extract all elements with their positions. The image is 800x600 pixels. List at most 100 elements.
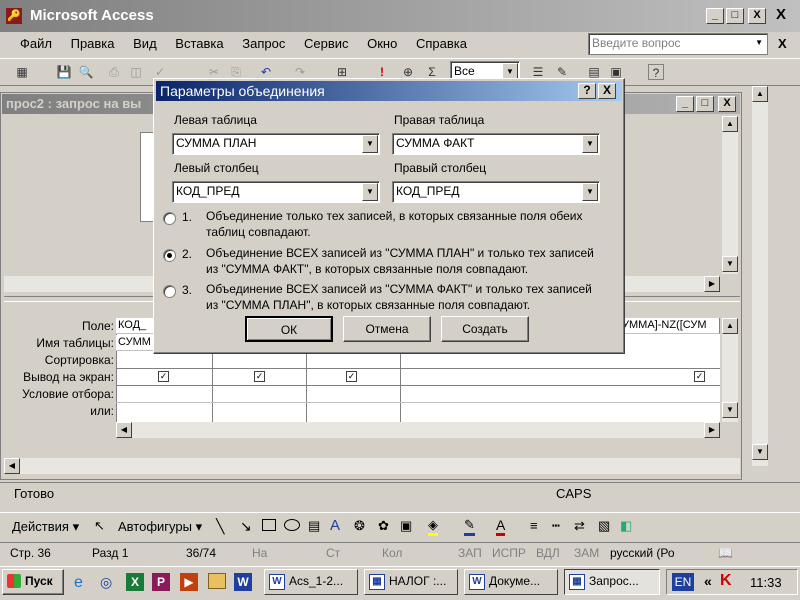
query-maximize-button[interactable]: □ [696,96,714,112]
antivirus-icon[interactable]: K [720,572,732,590]
show-checkbox-1[interactable]: ✓ [158,371,169,382]
app-vscroll[interactable] [752,86,768,466]
grid-labels: Поле: Имя таблицы: Сортировка: Вывод на … [4,318,114,418]
folder-icon[interactable] [208,573,226,589]
app-maximize-button[interactable]: □ [726,8,744,24]
task-acs[interactable]: W Acs_1-2... [264,569,358,595]
menu-query[interactable]: Запрос [242,32,285,56]
status-ovr[interactable]: ЗАМ [574,545,599,561]
task-query[interactable]: ▦ Запрос... [564,569,660,595]
menu-edit[interactable]: Правка [71,32,115,56]
shadow-icon[interactable]: ▧ [598,518,610,534]
help-icon[interactable]: ? [648,64,664,80]
upper-vscroll[interactable] [722,116,738,274]
save-icon[interactable]: 💾 [56,64,72,80]
tray-lang[interactable]: EN [672,573,694,591]
spelling-status-icon[interactable]: 📖 [718,545,733,561]
access-quick-icon[interactable]: P [152,573,170,591]
diagram-icon[interactable]: ❂ [354,518,365,534]
upper-scroll-down[interactable]: ▼ [722,256,738,272]
print-icon[interactable]: ⎙ [106,64,122,80]
clipart-icon[interactable]: ✿ [378,518,389,534]
excel-icon[interactable]: X [126,573,144,591]
preview-icon[interactable]: ◫ [128,64,144,80]
grid-scroll-left[interactable]: ◀ [116,422,132,438]
right-col-combo[interactable]: КОД_ПРЕД ▼ [392,181,600,203]
show-checkbox-3[interactable]: ✓ [346,371,357,382]
task-document[interactable]: W Докуме... [464,569,558,595]
menu-view[interactable]: Вид [133,32,157,56]
menu-file[interactable]: Файл [20,32,52,56]
textbox-icon[interactable]: ▤ [308,518,320,534]
line-style-icon[interactable]: ≡ [530,518,538,533]
fill-color-icon[interactable]: ◈ [428,517,438,536]
grid-hscroll[interactable] [116,422,720,438]
menu-window[interactable]: Окно [367,32,397,56]
show-checkbox-4[interactable]: ✓ [694,371,705,382]
dialog-help-button[interactable]: ? [578,83,596,99]
start-button[interactable]: Пуск [2,569,64,595]
ie-icon[interactable]: e [74,574,83,592]
ok-button[interactable]: ОК [245,316,333,342]
left-table-combo[interactable]: СУММА ПЛАН ▼ [172,133,380,155]
menu-help[interactable]: Справка [416,32,467,56]
task-nalog-label: НАЛОГ :... [389,574,447,588]
join-option-2-radio[interactable] [163,249,176,262]
status-rec[interactable]: ЗАП [458,545,482,561]
line-icon[interactable]: ╲ [216,518,224,535]
app-minimize-button[interactable]: _ [706,8,724,24]
arrow-icon[interactable]: ↘ [240,518,252,535]
right-table-combo[interactable]: СУММА ФАКТ ▼ [392,133,600,155]
powerpoint-icon[interactable]: ▶ [180,573,198,591]
dialog-close-button[interactable]: X [598,83,616,99]
wordart-icon[interactable]: A [330,517,340,534]
status-ext[interactable]: ВДЛ [536,545,560,561]
grid-scroll-down[interactable]: ▼ [722,402,738,418]
cancel-button[interactable]: Отмена [343,316,431,342]
status-page: Стр. 36 [10,546,51,560]
drawing-autoshapes-menu[interactable]: Автофигуры ▾ [118,519,202,535]
arrow-style-icon[interactable]: ⇄ [574,518,585,534]
show-checkbox-2[interactable]: ✓ [254,371,265,382]
task-nalog[interactable]: ▦ НАЛОГ :... [364,569,458,595]
menu-tools[interactable]: Сервис [304,32,349,56]
create-button[interactable]: Создать [441,316,529,342]
menu-insert[interactable]: Вставка [175,32,223,56]
join-option-3-radio[interactable] [163,285,176,298]
right-table-value: СУММА ФАКТ [396,136,475,150]
help-question-input[interactable]: Введите вопрос ▼ [588,33,768,55]
app-close-button[interactable]: X [748,8,766,24]
rectangle-icon[interactable] [262,519,276,531]
query-minimize-button[interactable]: _ [676,96,694,112]
upper-scroll-right[interactable]: ▶ [704,276,720,292]
font-color-icon[interactable]: A [496,517,506,536]
app-titlebar: 🔑 Microsoft Access [0,0,800,32]
app-scroll-up[interactable]: ▲ [752,86,768,102]
dash-style-icon[interactable]: ┅ [552,518,560,534]
left-col-combo[interactable]: КОД_ПРЕД ▼ [172,181,380,203]
picture-icon[interactable]: ▣ [400,518,412,534]
outlook-icon[interactable]: ◎ [100,574,112,591]
search-icon[interactable]: 🔍 [78,64,94,80]
upper-scroll-up[interactable]: ▲ [722,116,738,132]
row-label-field: Поле: [81,319,114,333]
grid-scroll-right[interactable]: ▶ [704,422,720,438]
doc-window-close-icon[interactable]: X [778,36,787,51]
3d-icon[interactable]: ◧ [620,518,632,534]
oval-icon[interactable] [284,519,300,531]
word-quick-icon[interactable]: W [234,573,252,591]
join-option-1-radio[interactable] [163,212,176,225]
line-color-icon[interactable]: ✎ [464,517,475,536]
select-pointer-icon[interactable]: ↖ [94,518,105,534]
mdi-scroll-left[interactable]: ◀ [4,458,20,474]
mdi-hscroll[interactable] [4,458,740,474]
view-icon[interactable]: ▦ [14,64,30,80]
doc-close-icon[interactable]: X [776,6,786,23]
app-scroll-down[interactable]: ▼ [752,444,768,460]
query-close-button[interactable]: X [718,96,736,112]
field-cell-last[interactable]: УММА]-NZ([СУМ [620,318,720,334]
tray-expand-icon[interactable]: « [704,573,712,589]
status-trk[interactable]: ИСПР [492,545,526,561]
grid-scroll-up[interactable]: ▲ [722,318,738,334]
drawing-actions-menu[interactable]: Действия ▾ [12,519,79,535]
